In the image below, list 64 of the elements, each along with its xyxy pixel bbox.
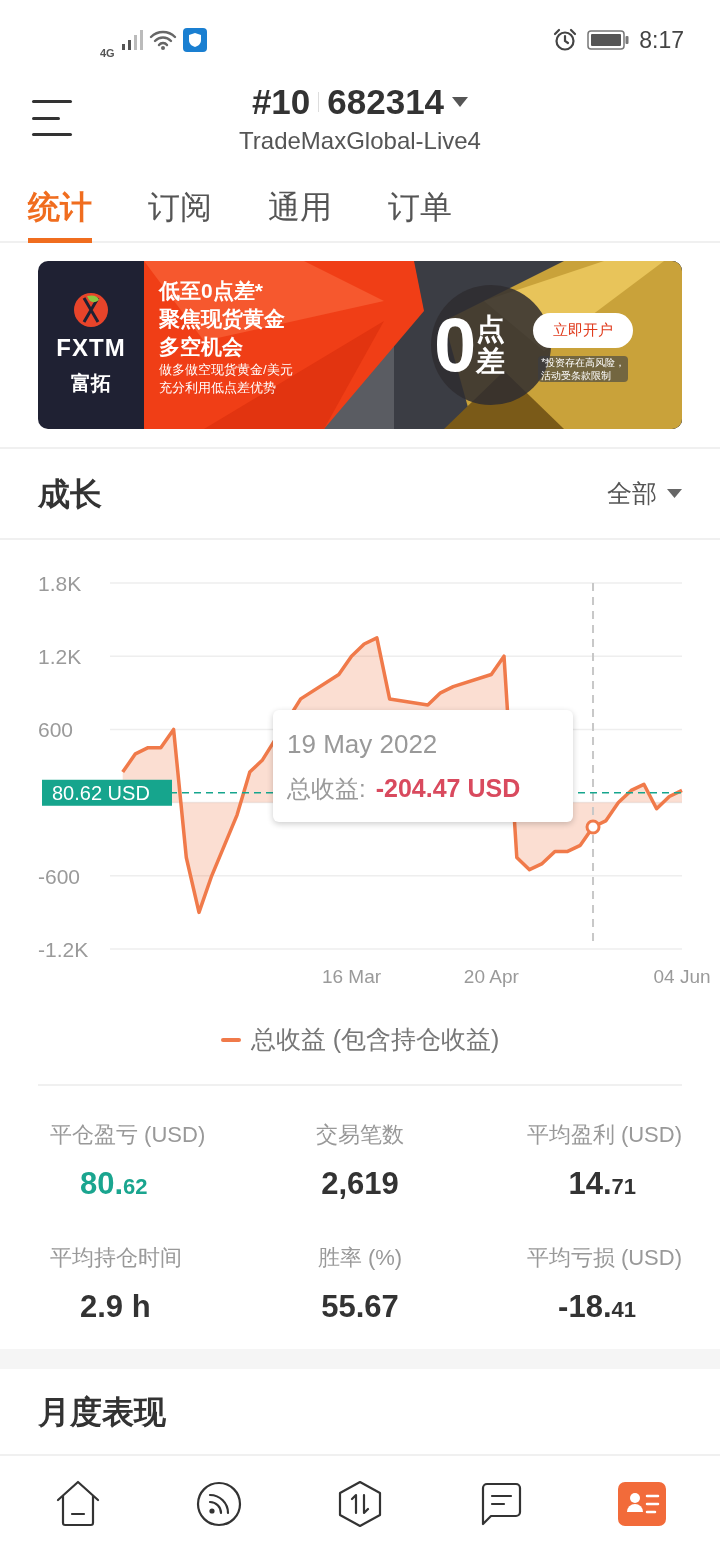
range-dropdown[interactable]: 全部 [607, 474, 682, 513]
ref-line-label: 80.62 USD [52, 781, 150, 804]
tooltip-date: 19 May 2022 [287, 728, 439, 761]
legend-label: 总收益 (包含持仓收益) [250, 1024, 500, 1056]
banner-headline: 聚焦现货黄金 [159, 306, 286, 332]
banner-subline: 做多做空现货黄金/美元 [159, 361, 294, 379]
stat-label: 胜率 (%) [317, 1243, 403, 1272]
y-axis-label: 600 [38, 718, 74, 742]
x-axis-label: 20 Apr [463, 966, 519, 987]
section-title: 成长 [38, 474, 102, 514]
tab[interactable]: 订单 [388, 175, 452, 243]
open-account-button[interactable]: 立即开户 [533, 313, 634, 348]
y-axis-label: -1.2K [38, 938, 89, 961]
tooltip-label: 总收益: [287, 774, 366, 804]
signal-icon [120, 29, 143, 51]
stat-label: 平均盈利 (USD) [526, 1121, 682, 1149]
banner-subline: 充分利用低点差优势 [159, 379, 277, 397]
brand-name: FXTM [56, 333, 126, 363]
brand-name-cn: 富拓 [71, 371, 111, 396]
stat-label: 平均持仓时间 [50, 1243, 182, 1272]
section-title: 月度表现 [38, 1392, 166, 1432]
selected-point [585, 819, 601, 835]
menu-button[interactable] [32, 98, 74, 138]
battery-icon [587, 29, 630, 51]
server-name: TradeMaxGlobal-Live4 [239, 126, 481, 156]
shield-icon [182, 28, 207, 52]
stat-value: 2,619 [321, 1165, 399, 1203]
tooltip-value: -204.47 USD [375, 773, 521, 804]
stat-label: 平均亏损 (USD) [526, 1243, 682, 1272]
stat-value: 14.71 [568, 1165, 636, 1203]
trade-icon [337, 1479, 383, 1529]
brand-logo-icon [73, 292, 109, 328]
banner-badge-number: 0 [434, 305, 477, 385]
account-number: 682314 [327, 81, 445, 123]
stat-value: -18.41 [558, 1287, 636, 1326]
y-axis-label: 1.8K [38, 572, 82, 595]
stat-value: 80.62 [80, 1165, 148, 1203]
x-axis-label: 16 Mar [321, 966, 382, 987]
stat-value: 2.9 h [80, 1287, 151, 1326]
wifi-icon [148, 29, 177, 51]
banner-headline: 低至0点差* [159, 278, 264, 304]
stat-value: 55.67 [321, 1287, 399, 1326]
stat-label: 平仓盈亏 (USD) [50, 1121, 206, 1149]
tab[interactable]: 通用 [268, 175, 332, 243]
account-prefix: #10 [251, 81, 311, 123]
alarm-icon [553, 28, 578, 52]
caret-icon [452, 97, 469, 107]
network-label: 4G [100, 45, 115, 61]
banner-headline: 多空机会 [159, 334, 244, 360]
y-axis-label: -600 [38, 864, 81, 888]
x-axis-label: 04 Jun [653, 966, 711, 987]
banner-badge-text: 点 [476, 313, 506, 345]
legend-swatch [220, 1038, 241, 1042]
y-axis-label: 1.2K [38, 645, 82, 669]
banner-disclaimer: 活动受条款限制 [541, 368, 613, 382]
clock-time: 8:17 [639, 25, 684, 55]
account-selector[interactable]: #10 682314 [251, 80, 469, 124]
tab[interactable]: 订阅 [148, 175, 212, 243]
stat-label: 交易笔数 [316, 1121, 404, 1149]
banner-disclaimer: *投资存在高风险， [541, 355, 626, 369]
banner-badge-text: 差 [476, 345, 506, 377]
feed-icon [195, 1480, 244, 1528]
profile-icon [617, 1482, 666, 1526]
caret-icon [667, 489, 682, 498]
